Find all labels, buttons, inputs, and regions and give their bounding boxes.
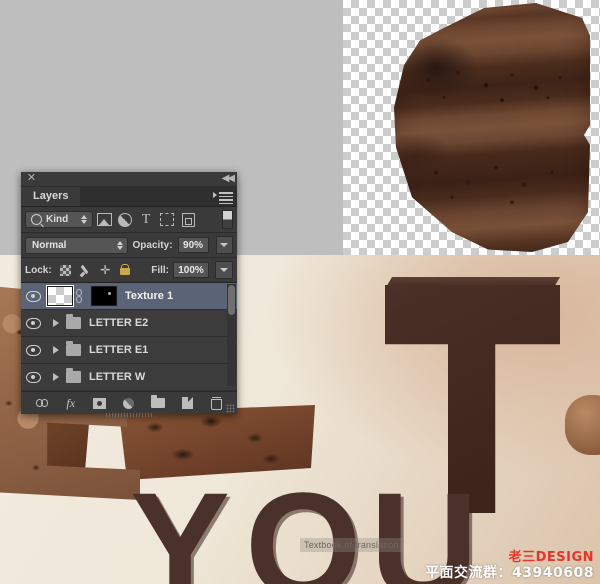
- folder-icon: [66, 314, 81, 329]
- shape-layer-filter-icon[interactable]: [157, 210, 177, 229]
- lock-transparent-pixels-icon[interactable]: [59, 264, 72, 277]
- blend-mode-value: Normal: [32, 239, 67, 251]
- opacity-input[interactable]: 90%: [177, 237, 209, 253]
- eye-icon: [25, 290, 41, 302]
- folder-icon: [66, 341, 81, 356]
- layer-list-scrollbar[interactable]: [227, 284, 236, 386]
- folder-icon: [66, 368, 81, 383]
- layer-thumbnail[interactable]: [46, 285, 74, 307]
- artwork-letter-o: O: [245, 461, 362, 584]
- blend-mode-select[interactable]: Normal: [25, 236, 128, 254]
- fill-stepper[interactable]: [215, 261, 233, 279]
- eye-icon: [25, 317, 41, 329]
- delete-layer-button[interactable]: [208, 395, 225, 412]
- layer-visibility-toggle[interactable]: [21, 344, 45, 356]
- lock-label: Lock:: [25, 264, 52, 276]
- lock-image-pixels-icon[interactable]: [79, 264, 92, 277]
- layer-name: LETTER W: [89, 371, 146, 383]
- layer-visibility-toggle[interactable]: [21, 317, 45, 329]
- lock-row: Lock: ✛ Fill: 100%: [21, 258, 237, 283]
- layer-filter-row: Kind T: [21, 207, 237, 233]
- layer-mask-thumbnail[interactable]: [91, 286, 117, 306]
- brownie-crumb-right: [565, 395, 600, 455]
- blend-mode-row: Normal Opacity: 90%: [21, 233, 237, 258]
- scrollbar-thumb[interactable]: [228, 285, 235, 315]
- layer-list[interactable]: Texture 1 LETTER E2 LETTER E1 LETTER W: [21, 283, 237, 391]
- filter-kind-select[interactable]: Kind: [25, 211, 93, 228]
- smart-object-filter-icon[interactable]: [178, 210, 198, 229]
- layer-visibility-toggle[interactable]: [21, 371, 45, 383]
- chevron-right-icon[interactable]: [53, 373, 59, 381]
- opacity-stepper[interactable]: [215, 236, 233, 254]
- layer-row[interactable]: LETTER E2: [21, 310, 237, 337]
- resize-grip[interactable]: [226, 404, 235, 413]
- lock-position-icon[interactable]: ✛: [99, 264, 112, 277]
- add-layer-mask-button[interactable]: [91, 395, 108, 412]
- panel-tabbar: Layers: [21, 187, 237, 207]
- chevron-right-icon[interactable]: [53, 346, 59, 354]
- search-icon: [31, 214, 42, 225]
- chevron-updown-icon: [116, 240, 124, 251]
- layer-name: LETTER E1: [89, 344, 149, 356]
- pixel-layer-filter-icon[interactable]: [94, 210, 114, 229]
- fill-input[interactable]: 100%: [173, 262, 209, 278]
- collapse-panel-icon[interactable]: ◀◀: [222, 173, 235, 184]
- layer-row[interactable]: LETTER E1: [21, 337, 237, 364]
- layers-panel[interactable]: ✕ ◀◀ Layers Kind T Normal Opacity: 90% L…: [21, 172, 237, 417]
- eye-icon: [25, 371, 41, 383]
- layer-style-fx-button[interactable]: fx: [62, 395, 79, 412]
- panel-menu-triangle-icon: [213, 192, 217, 198]
- panel-drag-handle[interactable]: [106, 413, 152, 417]
- watermark-qq-group: 平面交流群：43940608: [425, 565, 594, 582]
- watermark: 老三DESIGN 平面交流群：43940608: [425, 549, 594, 582]
- type-layer-filter-icon[interactable]: T: [136, 210, 156, 229]
- filter-kind-label: Kind: [46, 214, 69, 225]
- translation-overlay-text: Textbook of translation: [300, 538, 403, 552]
- eye-icon: [25, 344, 41, 356]
- fill-group: Fill: 100%: [151, 261, 233, 279]
- lock-all-icon[interactable]: [119, 264, 132, 277]
- layer-name: Texture 1: [125, 290, 174, 302]
- new-group-button[interactable]: [150, 395, 167, 412]
- panel-menu-icon[interactable]: [213, 190, 233, 204]
- chevron-updown-icon: [81, 214, 88, 225]
- close-icon[interactable]: ✕: [26, 173, 37, 184]
- link-layers-button[interactable]: [33, 395, 50, 412]
- new-layer-button[interactable]: [179, 395, 196, 412]
- layer-row[interactable]: Texture 1: [21, 283, 237, 310]
- layer-visibility-toggle[interactable]: [21, 290, 45, 302]
- filter-enable-toggle[interactable]: [222, 210, 233, 229]
- panel-titlebar: ✕ ◀◀: [21, 172, 237, 187]
- chevron-right-icon[interactable]: [53, 319, 59, 327]
- panel-bottom-toolbar: fx: [21, 391, 237, 417]
- layer-row[interactable]: LETTER W: [21, 364, 237, 391]
- new-adjustment-layer-button[interactable]: [120, 395, 137, 412]
- artwork-letter-y: Y: [130, 461, 231, 584]
- opacity-label: Opacity:: [132, 239, 173, 251]
- fill-label: Fill:: [151, 264, 169, 276]
- link-icon[interactable]: [75, 289, 84, 303]
- layer-name: LETTER E2: [89, 317, 149, 329]
- adjustment-layer-filter-icon[interactable]: [115, 210, 135, 229]
- tab-layers[interactable]: Layers: [21, 187, 81, 206]
- watermark-brand: 老三DESIGN: [508, 549, 594, 565]
